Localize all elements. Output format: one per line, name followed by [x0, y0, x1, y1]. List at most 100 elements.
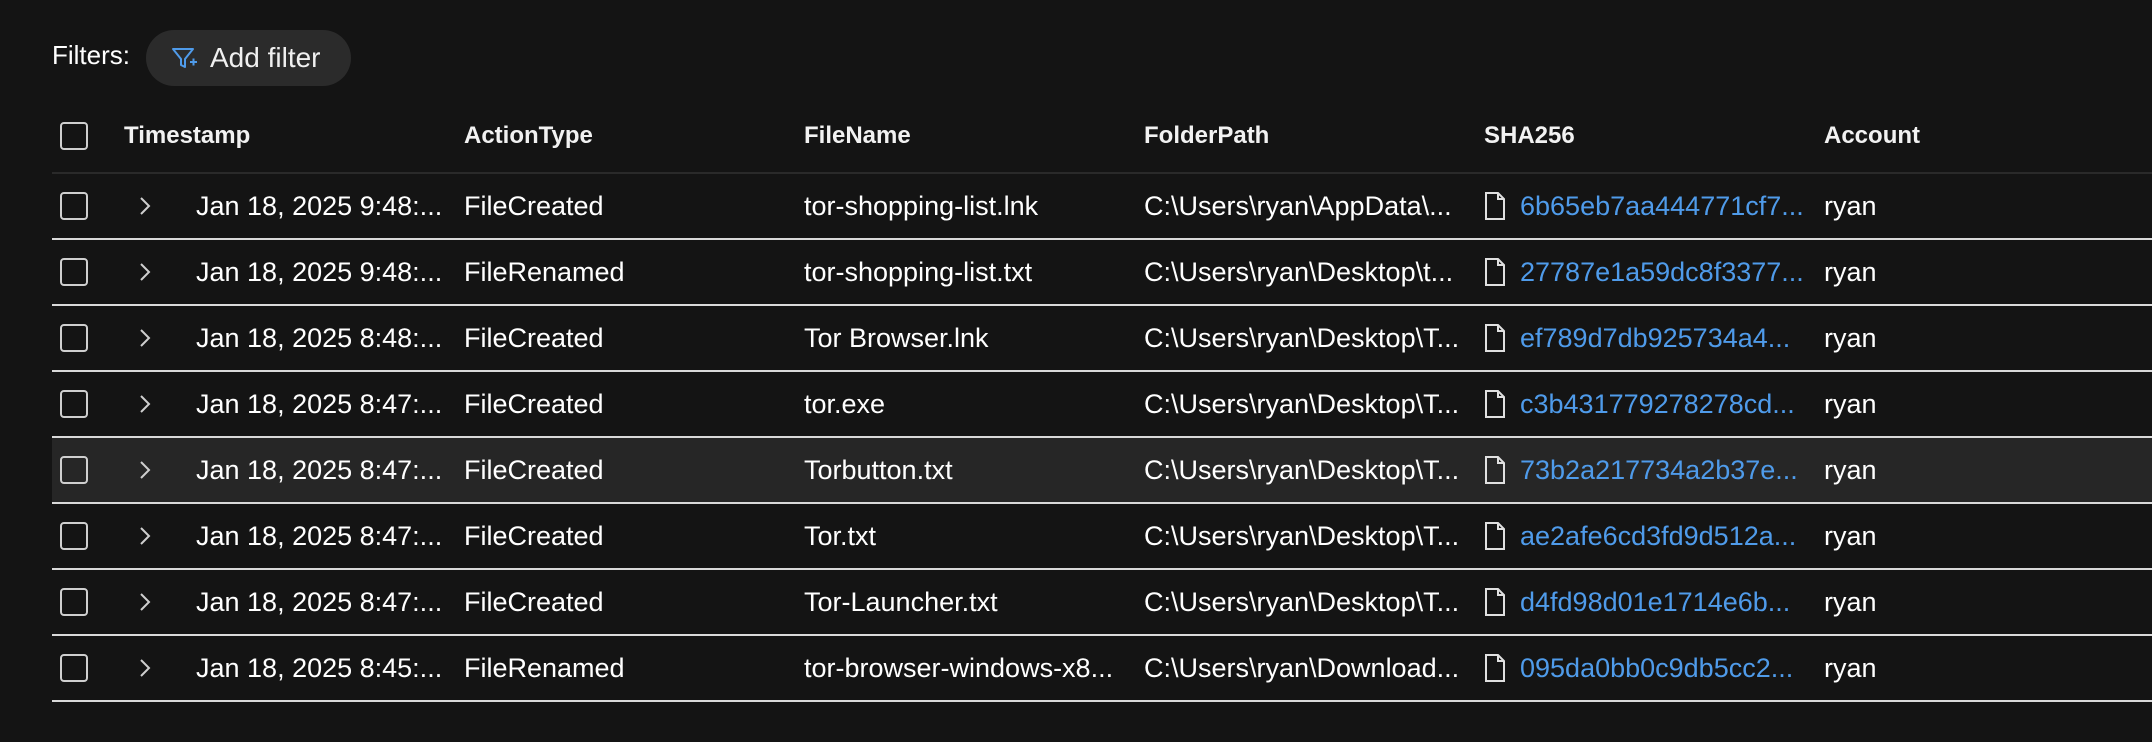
table-header: Timestamp ActionType FileName FolderPath…: [52, 100, 2152, 174]
file-icon: [1485, 654, 1505, 682]
sha256-link[interactable]: 27787e1a59dc8f3377...: [1520, 257, 1804, 288]
timestamp-cell: Jan 18, 2025 8:45:...: [196, 652, 443, 683]
account-cell: ryan: [1824, 454, 1877, 485]
chevron-right-icon[interactable]: [132, 259, 158, 285]
add-filter-button[interactable]: Add filter: [146, 30, 351, 86]
chevron-right-icon[interactable]: [132, 325, 158, 351]
file-icon: [1485, 390, 1505, 418]
folderpath-cell: C:\Users\ryan\AppData\...: [1144, 190, 1452, 221]
table-row[interactable]: Jan 18, 2025 8:47:... FileCreated Tor.tx…: [52, 504, 2152, 570]
column-header-account[interactable]: Account: [1824, 100, 2124, 172]
results-table: Timestamp ActionType FileName FolderPath…: [52, 100, 2152, 702]
chevron-right-icon[interactable]: [132, 655, 158, 681]
table-row[interactable]: Jan 18, 2025 8:45:... FileRenamed tor-br…: [52, 636, 2152, 702]
file-icon: [1485, 258, 1505, 286]
row-checkbox[interactable]: [60, 588, 88, 616]
folderpath-cell: C:\Users\ryan\Desktop\T...: [1144, 454, 1460, 485]
file-icon: [1485, 324, 1505, 352]
row-expand-cell: [132, 174, 172, 238]
file-icon: [1485, 192, 1505, 220]
row-expand-cell: [132, 306, 172, 370]
account-cell: ryan: [1824, 322, 1877, 353]
file-icon: [1485, 456, 1505, 484]
row-checkbox[interactable]: [60, 654, 88, 682]
filename-cell: tor-shopping-list.txt: [804, 256, 1033, 287]
timestamp-cell: Jan 18, 2025 9:48:...: [196, 256, 443, 287]
column-header-timestamp[interactable]: Timestamp: [124, 100, 414, 172]
file-icon: [1485, 522, 1505, 550]
table-row[interactable]: Jan 18, 2025 8:47:... FileCreated Tor-La…: [52, 570, 2152, 636]
actiontype-cell: FileCreated: [464, 388, 604, 419]
row-checkbox[interactable]: [60, 324, 88, 352]
row-expand-cell: [132, 372, 172, 436]
file-icon: [1485, 588, 1505, 616]
sha256-cell: c3b431779278278cd...: [1484, 372, 1860, 436]
chevron-right-icon[interactable]: [132, 391, 158, 417]
sha256-cell: 73b2a217734a2b37e...: [1484, 438, 1860, 502]
table-row[interactable]: Jan 18, 2025 8:48:... FileCreated Tor Br…: [52, 306, 2152, 372]
actiontype-cell: FileCreated: [464, 586, 604, 617]
row-checkbox-cell: [60, 570, 100, 634]
table-row[interactable]: Jan 18, 2025 8:47:... FileCreated tor.ex…: [52, 372, 2152, 438]
actiontype-cell: FileRenamed: [464, 256, 625, 287]
filename-cell: Tor Browser.lnk: [804, 322, 989, 353]
column-header-sha256[interactable]: SHA256: [1484, 100, 1860, 172]
actiontype-cell: FileCreated: [464, 322, 604, 353]
row-checkbox[interactable]: [60, 192, 88, 220]
actiontype-cell: FileCreated: [464, 454, 604, 485]
folderpath-cell: C:\Users\ryan\Desktop\T...: [1144, 322, 1460, 353]
table-row[interactable]: Jan 18, 2025 8:47:... FileCreated Torbut…: [52, 438, 2152, 504]
sha256-cell: 27787e1a59dc8f3377...: [1484, 240, 1860, 304]
column-header-filename[interactable]: FileName: [804, 100, 1134, 172]
row-checkbox[interactable]: [60, 390, 88, 418]
account-cell: ryan: [1824, 652, 1877, 683]
sha256-link[interactable]: d4fd98d01e1714e6b...: [1520, 587, 1790, 618]
filename-cell: tor-browser-windows-x8...: [804, 652, 1114, 683]
sha256-cell: d4fd98d01e1714e6b...: [1484, 570, 1860, 634]
timestamp-cell: Jan 18, 2025 8:47:...: [196, 586, 443, 617]
sha256-link[interactable]: ef789d7db925734a4...: [1520, 323, 1790, 354]
actiontype-cell: FileCreated: [464, 190, 604, 221]
filter-add-icon: [172, 48, 197, 68]
column-header-folderpath[interactable]: FolderPath: [1144, 100, 1474, 172]
timestamp-cell: Jan 18, 2025 8:47:...: [196, 520, 443, 551]
chevron-right-icon[interactable]: [132, 193, 158, 219]
row-expand-cell: [132, 636, 172, 700]
sha256-link[interactable]: ae2afe6cd3fd9d512a...: [1520, 521, 1796, 552]
sha256-cell: 095da0bb0c9db5cc2...: [1484, 636, 1860, 700]
account-cell: ryan: [1824, 190, 1877, 221]
sha256-link[interactable]: 095da0bb0c9db5cc2...: [1520, 653, 1793, 684]
row-expand-cell: [132, 240, 172, 304]
row-checkbox[interactable]: [60, 258, 88, 286]
row-checkbox[interactable]: [60, 522, 88, 550]
sha256-link[interactable]: 6b65eb7aa444771cf7...: [1520, 191, 1804, 222]
row-checkbox-cell: [60, 240, 100, 304]
timestamp-cell: Jan 18, 2025 8:48:...: [196, 322, 443, 353]
account-cell: ryan: [1824, 520, 1877, 551]
select-all-checkbox[interactable]: [60, 122, 88, 150]
folderpath-cell: C:\Users\ryan\Desktop\T...: [1144, 586, 1460, 617]
chevron-right-icon[interactable]: [132, 589, 158, 615]
table-row[interactable]: Jan 18, 2025 9:48:... FileCreated tor-sh…: [52, 174, 2152, 240]
sha256-link[interactable]: c3b431779278278cd...: [1520, 389, 1795, 420]
timestamp-cell: Jan 18, 2025 9:48:...: [196, 190, 443, 221]
table-row[interactable]: Jan 18, 2025 9:48:... FileRenamed tor-sh…: [52, 240, 2152, 306]
column-header-actiontype[interactable]: ActionType: [464, 100, 794, 172]
chevron-right-icon[interactable]: [132, 523, 158, 549]
sha256-link[interactable]: 73b2a217734a2b37e...: [1520, 455, 1798, 486]
table-body: Jan 18, 2025 9:48:... FileCreated tor-sh…: [52, 174, 2152, 702]
account-cell: ryan: [1824, 388, 1877, 419]
folderpath-cell: C:\Users\ryan\Download...: [1144, 652, 1460, 683]
row-checkbox-cell: [60, 438, 100, 502]
sha256-cell: ae2afe6cd3fd9d512a...: [1484, 504, 1860, 568]
filename-cell: tor-shopping-list.lnk: [804, 190, 1039, 221]
row-checkbox-cell: [60, 636, 100, 700]
filename-cell: Tor-Launcher.txt: [804, 586, 998, 617]
filters-bar: Filters: Add filter: [52, 30, 351, 86]
actiontype-cell: FileCreated: [464, 520, 604, 551]
folderpath-cell: C:\Users\ryan\Desktop\T...: [1144, 388, 1460, 419]
row-checkbox[interactable]: [60, 456, 88, 484]
row-checkbox-cell: [60, 504, 100, 568]
chevron-right-icon[interactable]: [132, 457, 158, 483]
row-checkbox-cell: [60, 372, 100, 436]
